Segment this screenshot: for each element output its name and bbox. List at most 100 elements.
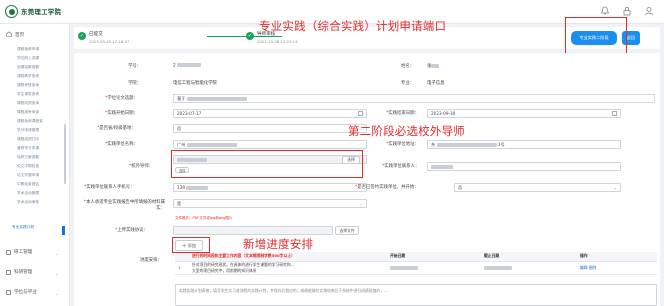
name-label: 姓名：: [401, 64, 415, 69]
sidebar-sub-9[interactable]: 学分申请管理: [17, 128, 39, 133]
sidebar-sub-13[interactable]: 论文中期检查: [17, 164, 39, 169]
base-label: *是否省/校级基地：: [97, 126, 136, 131]
col-start: 开始日期: [387, 252, 481, 262]
sidebar-group-2[interactable]: 学位与学业: [6, 289, 37, 295]
sidebar-sub-10[interactable]: 课程成绩打印: [17, 137, 39, 142]
end-date-input[interactable]: 2023-09-30: [427, 109, 621, 118]
sidebar-sub-3[interactable]: 课程教学查询: [17, 74, 39, 79]
chevron-down-icon: ⌄: [55, 251, 59, 256]
logo-icon: [5, 5, 18, 18]
contact-phone-input[interactable]: 139: [173, 183, 367, 192]
active-indicator: [62, 226, 65, 235]
sidebar-sub-1[interactable]: 学位网上选课: [17, 56, 39, 61]
sidebar-sub-4[interactable]: 课程考核查询: [17, 83, 39, 88]
choose-file-button[interactable]: 选择文件: [335, 226, 359, 235]
student-no-value: 2: [173, 63, 202, 69]
sidebar-sub-6[interactable]: 课程成绩查询: [17, 101, 39, 106]
chevron-down-icon: ⌄: [359, 201, 363, 206]
sidebar-sub-active[interactable]: 专业实践计划: [12, 225, 34, 230]
sidebar-sub-7[interactable]: 课程报考审查: [17, 110, 39, 115]
progress-table: 进行的时间段和主要工作内容（文本框限制字数500字以上） 开始日期 截止日期 操…: [175, 252, 657, 275]
annotation-apply-port: 专业实践（综合实践）计划申请端口: [259, 19, 447, 33]
check-icon: ✓: [246, 32, 254, 40]
signed-select[interactable]: 否 ⌄: [454, 183, 621, 192]
edit-link[interactable]: 编辑: [580, 265, 588, 270]
col-content: 进行的时间段和主要工作内容（文本框限制字数500字以上）: [189, 252, 387, 262]
mentor-label: *校外导师：: [129, 164, 154, 169]
highlight-add-box: [172, 237, 210, 253]
sidebar-sub-15[interactable]: 中期检查报告: [17, 182, 39, 187]
row-end: [481, 261, 577, 275]
lock-icon[interactable]: [622, 6, 632, 16]
addr-label: *实践单位地址：: [386, 142, 419, 147]
grid-icon: [6, 289, 11, 295]
material-select[interactable]: 是 ⌄: [173, 199, 367, 208]
chevron-down-icon: ⌄: [613, 185, 617, 190]
grid-icon: [6, 269, 11, 275]
start-date-input[interactable]: 2023-07-17: [173, 109, 367, 118]
user-icon[interactable]: [644, 6, 654, 16]
signed-label: *是否已签约实践单位，并开始：: [355, 185, 419, 190]
progress-label: 进度安排：: [140, 258, 162, 263]
sidebar-group-0[interactable]: 研工管理: [6, 249, 32, 255]
chevron-down-icon: ⌄: [55, 291, 59, 296]
col-end: 截止日期: [481, 252, 577, 262]
row-start: [387, 261, 481, 275]
thesis-input[interactable]: 基于: [173, 94, 655, 103]
sidebar-group-label: 学位与学业: [14, 290, 37, 295]
sidebar-sub-8[interactable]: 课程免修课程查: [17, 119, 43, 124]
logo-text: 东莞理工学院: [21, 8, 62, 16]
step-title: 已提交: [89, 32, 103, 37]
annotation-mentor: 第二阶段必选校外导师: [348, 124, 465, 138]
end-date-label: *实践结束日期：: [386, 111, 419, 116]
practice-notes-textarea[interactable]: 实践实践计划表格，填写学生实习各流程的实践计划，并保存后相应的，成绩能够在实践结…: [175, 284, 657, 306]
sidebar-sub-16[interactable]: 学术活动管理: [17, 191, 39, 196]
contact-label: *实践单位联系人：: [382, 164, 420, 169]
upload-filename-input[interactable]: [173, 226, 333, 235]
chevron-down-icon: ⌄: [55, 271, 59, 276]
upload-hint: 文件格式：PDF文件或jpg和png图片: [175, 216, 233, 220]
sidebar-sub-12[interactable]: 培养方案查看: [17, 155, 39, 160]
major-label: 专业：: [401, 81, 415, 86]
step-time: 2023-09-25 17:18:47: [89, 39, 130, 44]
sidebar-sub-14[interactable]: 论文开题申请: [17, 173, 39, 178]
student-no-label: 学号：: [128, 64, 142, 69]
sidebar-sub-11[interactable]: 重修学分申请: [17, 146, 39, 151]
unit-label: *实践单位名称：: [105, 142, 138, 147]
material-label: *本人承诺专业实践报告中所填报的材料属实：: [83, 200, 165, 211]
calendar-icon: [358, 111, 363, 116]
row-index: 1: [175, 261, 189, 275]
base-select[interactable]: 否 ⌄: [173, 124, 367, 133]
sidebar-group-label: 科研管理: [14, 270, 33, 275]
name-value: 张: [427, 63, 440, 69]
calendar-icon: [612, 111, 617, 116]
logo: 东莞理工学院: [5, 5, 61, 18]
row-ops: 编辑 删除: [577, 261, 657, 275]
sidebar-sub-17[interactable]: 学术活动审核: [17, 200, 39, 205]
addr-input[interactable]: 东 1号: [427, 140, 621, 149]
sidebar-sub-0[interactable]: 课程免修申请: [17, 47, 39, 52]
application-form: 学号： 2 姓名： 张 学院： 电信工程与智能化学院 专业： 电子信息 *学位论…: [74, 53, 660, 306]
step-time: 2023-10-08 23:23:13: [257, 39, 298, 44]
delete-link[interactable]: 删除: [589, 265, 597, 270]
contact-phone-label: *实践单位联系人手机号：: [84, 185, 135, 190]
highlight-apply-box: [565, 17, 627, 55]
sidebar: 首页 课程免修申请 学位网上选课 选课结果查看 课程教学查询 课程考核查询 学生…: [0, 24, 70, 306]
sidebar-item-home[interactable]: 首页: [6, 31, 24, 39]
sidebar-group-label: 研工管理: [14, 250, 33, 255]
check-icon: ✓: [78, 32, 86, 40]
table-row: 1 针对项目的研究现状，在具体的进行学生课题的学习研究和... 大型的项目研究中，…: [175, 261, 657, 275]
sidebar-group-1[interactable]: 科研管理: [6, 269, 32, 275]
thesis-label: *学位论文选题：: [105, 96, 138, 101]
contact-input[interactable]: [427, 162, 621, 171]
major-value: 电子信息: [427, 81, 445, 86]
upload-label: *上传实践协议：: [115, 228, 148, 233]
start-date-label: *实践开始日期：: [105, 111, 138, 116]
grid-icon: [6, 249, 11, 255]
unit-input[interactable]: 广州: [173, 140, 367, 149]
sidebar-sub-5[interactable]: 学生课表查询: [17, 92, 39, 97]
bell-icon[interactable]: [600, 6, 610, 16]
sidebar-sub-2[interactable]: 选课结果查看: [17, 65, 39, 70]
row-content: 针对项目的研究现状，在具体的进行学生课题的学习研究和... 大型的项目研究中，用前…: [189, 261, 387, 275]
sidebar-scrollbar[interactable]: [64, 124, 66, 184]
